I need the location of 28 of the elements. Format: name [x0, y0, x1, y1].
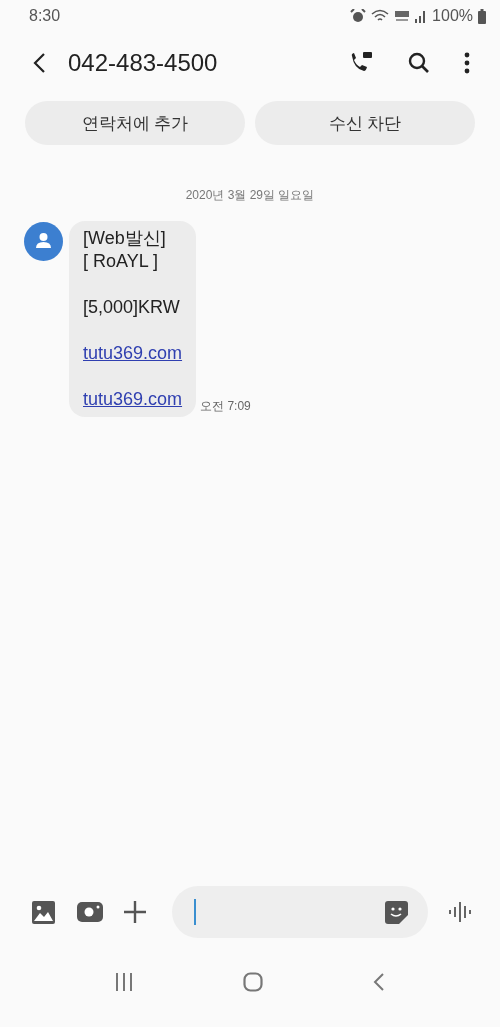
- message-text: [5,000]KRW: [83, 296, 181, 319]
- home-icon[interactable]: [243, 972, 263, 992]
- message-text: [Web발신]: [83, 227, 167, 250]
- camera-icon[interactable]: [77, 902, 103, 922]
- battery-icon: [478, 8, 486, 24]
- action-button[interactable]: 수신 차단: [255, 101, 475, 145]
- message-text: [ RoAYL ]: [83, 250, 160, 273]
- search-icon[interactable]: [408, 52, 430, 74]
- add-icon[interactable]: [124, 901, 146, 923]
- status-time: 8:30: [29, 7, 61, 25]
- back-icon[interactable]: [32, 52, 46, 74]
- message-link[interactable]: tutu369.com: [83, 388, 183, 411]
- action-button[interactable]: 연락처에 추가: [25, 101, 245, 145]
- signal-icon: [415, 9, 428, 23]
- message-time: 오전 7:09: [200, 398, 251, 415]
- voice-icon[interactable]: [448, 902, 472, 922]
- battery-percent: 100%: [432, 7, 473, 25]
- date-divider: 2020년 3월 29일 일요일: [185, 188, 315, 202]
- message-input-field[interactable]: [172, 886, 428, 938]
- gallery-icon[interactable]: [32, 900, 55, 924]
- wifi-icon: [371, 9, 390, 23]
- phone-number-title: 042-483-4500: [68, 49, 219, 77]
- sticker-icon[interactable]: [385, 900, 408, 924]
- alarm-icon: [350, 9, 367, 23]
- more-options-icon[interactable]: [464, 52, 470, 74]
- recent-apps-icon[interactable]: [115, 973, 133, 991]
- avatar-icon: [24, 222, 63, 261]
- message-link[interactable]: tutu369.com: [83, 342, 183, 365]
